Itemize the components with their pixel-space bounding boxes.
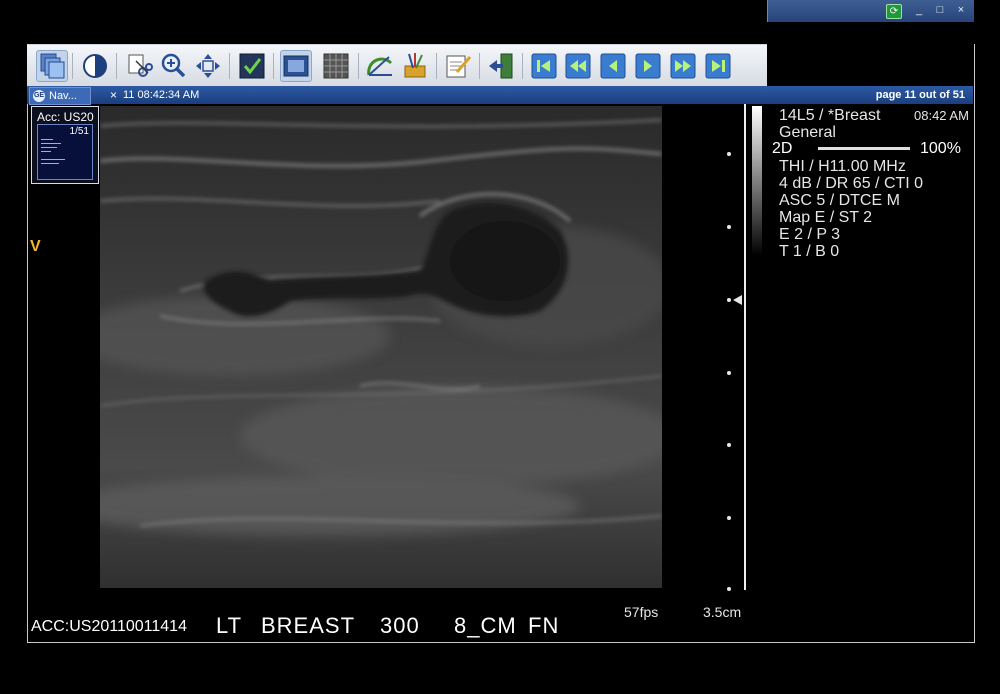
window-level-button[interactable] <box>80 51 110 81</box>
annotation-organ: BREAST <box>261 613 356 638</box>
stacked-pages-icon <box>40 53 65 79</box>
toolbar-black-area <box>767 22 973 44</box>
ge-logo-icon: GE <box>33 90 45 102</box>
tab-navigator[interactable]: GE Nav... <box>29 87 91 105</box>
param-line: 4 dB / DR 65 / CTI 0 <box>779 175 924 192</box>
fast-rewind-icon <box>565 53 591 79</box>
grid-view-button[interactable] <box>321 51 351 81</box>
probe-label: 14L5 / *Breast <box>779 107 881 124</box>
toolbar <box>27 44 767 87</box>
exit-door-icon <box>489 53 513 79</box>
pencil-notepad-icon <box>446 55 472 78</box>
page-indicator: page 11 out of 51 <box>875 89 965 101</box>
depth-readout: 3.5cm <box>703 604 742 620</box>
orientation-marker: V <box>30 238 41 255</box>
mode-power-bar <box>818 147 910 150</box>
param-line: Map E / ST 2 <box>779 209 873 226</box>
depth-tick <box>727 152 731 156</box>
last-frame-button[interactable] <box>703 51 733 81</box>
contrast-half-circle-icon <box>83 54 107 78</box>
depth-tick <box>727 443 731 447</box>
annotation-side: LT <box>216 613 243 638</box>
skip-first-icon <box>531 53 557 79</box>
refresh-icon[interactable]: ⟳ <box>886 4 902 19</box>
depth-scale <box>744 104 746 590</box>
thumbnail-page: 1/51 <box>69 126 89 137</box>
close-button[interactable]: × <box>954 4 968 17</box>
annotation-distance: 8_CM <box>454 613 517 638</box>
series-thumbnail[interactable]: Acc: US20 1/51 <box>31 106 99 184</box>
fast-forward-icon <box>670 53 696 79</box>
series-layout-button[interactable] <box>36 50 68 82</box>
scissors-doc-icon <box>128 54 153 77</box>
depth-tick <box>727 298 731 302</box>
viewer-statusbar: GE Nav... × 11 08:42:34 AM page 11 out o… <box>27 86 973 105</box>
param-line: ASC 5 / DTCE M <box>779 192 900 209</box>
report-button[interactable] <box>443 51 473 81</box>
grid-frame-icon <box>323 53 349 79</box>
tools-basket-icon <box>404 53 426 78</box>
timestamp: 11 08:42:34 AM <box>123 89 200 101</box>
annotate-cut-button[interactable] <box>124 51 154 81</box>
next-frame-button[interactable] <box>633 51 663 81</box>
focus-marker-icon <box>733 295 742 305</box>
single-frame-icon <box>283 55 309 77</box>
annotation-clock: 300 <box>380 613 420 638</box>
move-arrows-icon <box>196 54 220 78</box>
prev-frame-button[interactable] <box>598 51 628 81</box>
thumbnail-image: 1/51 <box>37 124 93 180</box>
first-frame-button[interactable] <box>529 51 559 81</box>
step-forward-icon <box>635 53 661 79</box>
depth-tick <box>727 587 731 591</box>
tab-close-icon[interactable]: × <box>110 86 117 104</box>
measure-angle-button[interactable] <box>365 51 395 81</box>
fast-forward-button[interactable] <box>668 51 698 81</box>
skip-last-icon <box>705 53 731 79</box>
thumbnail-accession: Acc: US20 <box>37 110 94 124</box>
checkmark-box-icon <box>239 53 265 79</box>
maximize-button[interactable]: □ <box>933 4 947 17</box>
fast-rewind-button[interactable] <box>563 51 593 81</box>
protractor-icon <box>367 56 393 76</box>
tab-label: Nav... <box>49 90 77 102</box>
magnifier-icon <box>161 53 186 78</box>
mode-label: 2D <box>772 140 793 157</box>
window-controls: ⟳ _ □ × <box>767 0 974 22</box>
grayscale-bar <box>752 106 762 256</box>
accession-number: ACC:US20110011414 <box>31 618 187 635</box>
single-view-button[interactable] <box>280 50 312 82</box>
ultrasound-image[interactable] <box>100 106 662 588</box>
param-line: T 1 / B 0 <box>779 243 840 260</box>
tools-button[interactable] <box>400 51 430 81</box>
mode-percent: 100% <box>920 140 961 157</box>
annotation-fn: FN <box>528 613 560 638</box>
frame-rate: 57fps <box>624 604 659 620</box>
pan-button[interactable] <box>193 51 223 81</box>
depth-tick <box>727 516 731 520</box>
param-line: THI / H11.00 MHz <box>779 158 906 175</box>
select-button[interactable] <box>237 51 267 81</box>
scan-time: 08:42 AM <box>914 108 969 123</box>
step-back-icon <box>600 53 626 79</box>
minimize-button[interactable]: _ <box>912 4 926 17</box>
preset-label: General <box>779 124 836 141</box>
zoom-button[interactable] <box>158 51 188 81</box>
param-line: E 2 / P 3 <box>779 226 841 243</box>
exit-button[interactable] <box>486 51 516 81</box>
depth-tick <box>727 225 731 229</box>
depth-tick <box>727 371 731 375</box>
